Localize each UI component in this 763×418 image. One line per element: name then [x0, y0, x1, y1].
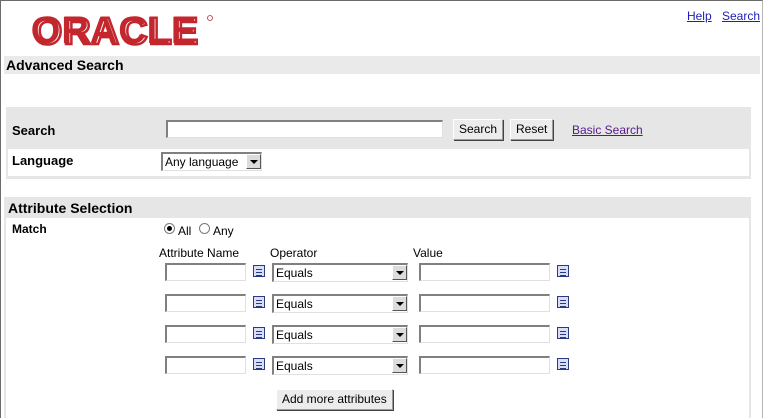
- help-link[interactable]: Help: [687, 9, 712, 23]
- list-of-values-icon[interactable]: [557, 265, 569, 277]
- attribute-selection-panel: Attribute Selection Match All Any Attrib…: [4, 197, 751, 418]
- search-link[interactable]: Search: [722, 9, 760, 23]
- column-header-attribute-name: Attribute Name: [159, 246, 240, 260]
- match-any-radio[interactable]: [199, 223, 210, 234]
- list-of-values-icon[interactable]: [253, 327, 265, 339]
- search-button[interactable]: Search: [453, 119, 504, 140]
- search-panel: Search Search Reset Basic Search Languag…: [6, 107, 751, 179]
- oracle-logo: ORACLE ORACLE: [31, 10, 213, 52]
- attribute-value-input[interactable]: [419, 356, 550, 374]
- operator-select[interactable]: Equals: [272, 356, 408, 375]
- page-title-bar: Advanced Search: [4, 56, 760, 74]
- operator-select-value: Equals: [276, 266, 313, 280]
- attribute-name-input[interactable]: [165, 294, 246, 312]
- operator-select[interactable]: Equals: [272, 325, 408, 344]
- language-row: Language Any language: [8, 149, 749, 176]
- column-header-operator: Operator: [270, 246, 318, 260]
- chevron-down-icon[interactable]: [392, 358, 407, 373]
- search-input[interactable]: [166, 120, 443, 138]
- match-all-radio[interactable]: [164, 223, 175, 234]
- list-of-values-icon[interactable]: [253, 296, 265, 308]
- list-of-values-icon[interactable]: [557, 327, 569, 339]
- list-of-values-icon[interactable]: [253, 358, 265, 370]
- attribute-name-input[interactable]: [165, 325, 246, 343]
- operator-select[interactable]: Equals: [272, 263, 408, 282]
- language-select-value: Any language: [165, 155, 239, 169]
- reset-button[interactable]: Reset: [510, 119, 554, 140]
- list-of-values-icon[interactable]: [557, 358, 569, 370]
- list-of-values-icon[interactable]: [253, 265, 265, 277]
- operator-select-value: Equals: [276, 297, 313, 311]
- top-links: Help Search: [680, 9, 760, 23]
- attribute-value-input[interactable]: [419, 325, 550, 343]
- attribute-selection-title: Attribute Selection: [8, 200, 133, 216]
- page-title: Advanced Search: [6, 57, 124, 73]
- match-label: Match: [12, 222, 47, 236]
- operator-select-value: Equals: [276, 328, 313, 342]
- chevron-down-icon[interactable]: [392, 327, 407, 342]
- attribute-name-input[interactable]: [165, 263, 246, 281]
- add-more-attributes-button[interactable]: Add more attributes: [276, 389, 393, 410]
- chevron-down-icon[interactable]: [392, 265, 407, 280]
- attribute-value-input[interactable]: [419, 294, 550, 312]
- list-of-values-icon[interactable]: [557, 296, 569, 308]
- search-label: Search: [12, 123, 56, 138]
- attribute-value-input[interactable]: [419, 263, 550, 281]
- match-all-label: All: [178, 224, 192, 238]
- operator-select-value: Equals: [276, 359, 313, 373]
- language-label: Language: [12, 153, 74, 168]
- attribute-selection-body: Match All Any Attribute Name Operator Va…: [6, 218, 749, 418]
- chevron-down-icon[interactable]: [392, 296, 407, 311]
- column-header-value: Value: [413, 246, 443, 260]
- basic-search-link[interactable]: Basic Search: [572, 123, 643, 137]
- attribute-name-input[interactable]: [165, 356, 246, 374]
- language-select[interactable]: Any language: [161, 152, 262, 171]
- search-row: Search Search Reset Basic Search: [8, 117, 749, 147]
- operator-select[interactable]: Equals: [272, 294, 408, 313]
- chevron-down-icon[interactable]: [246, 154, 261, 169]
- svg-text:ORACLE: ORACLE: [31, 10, 197, 52]
- match-any-label: Any: [213, 224, 234, 238]
